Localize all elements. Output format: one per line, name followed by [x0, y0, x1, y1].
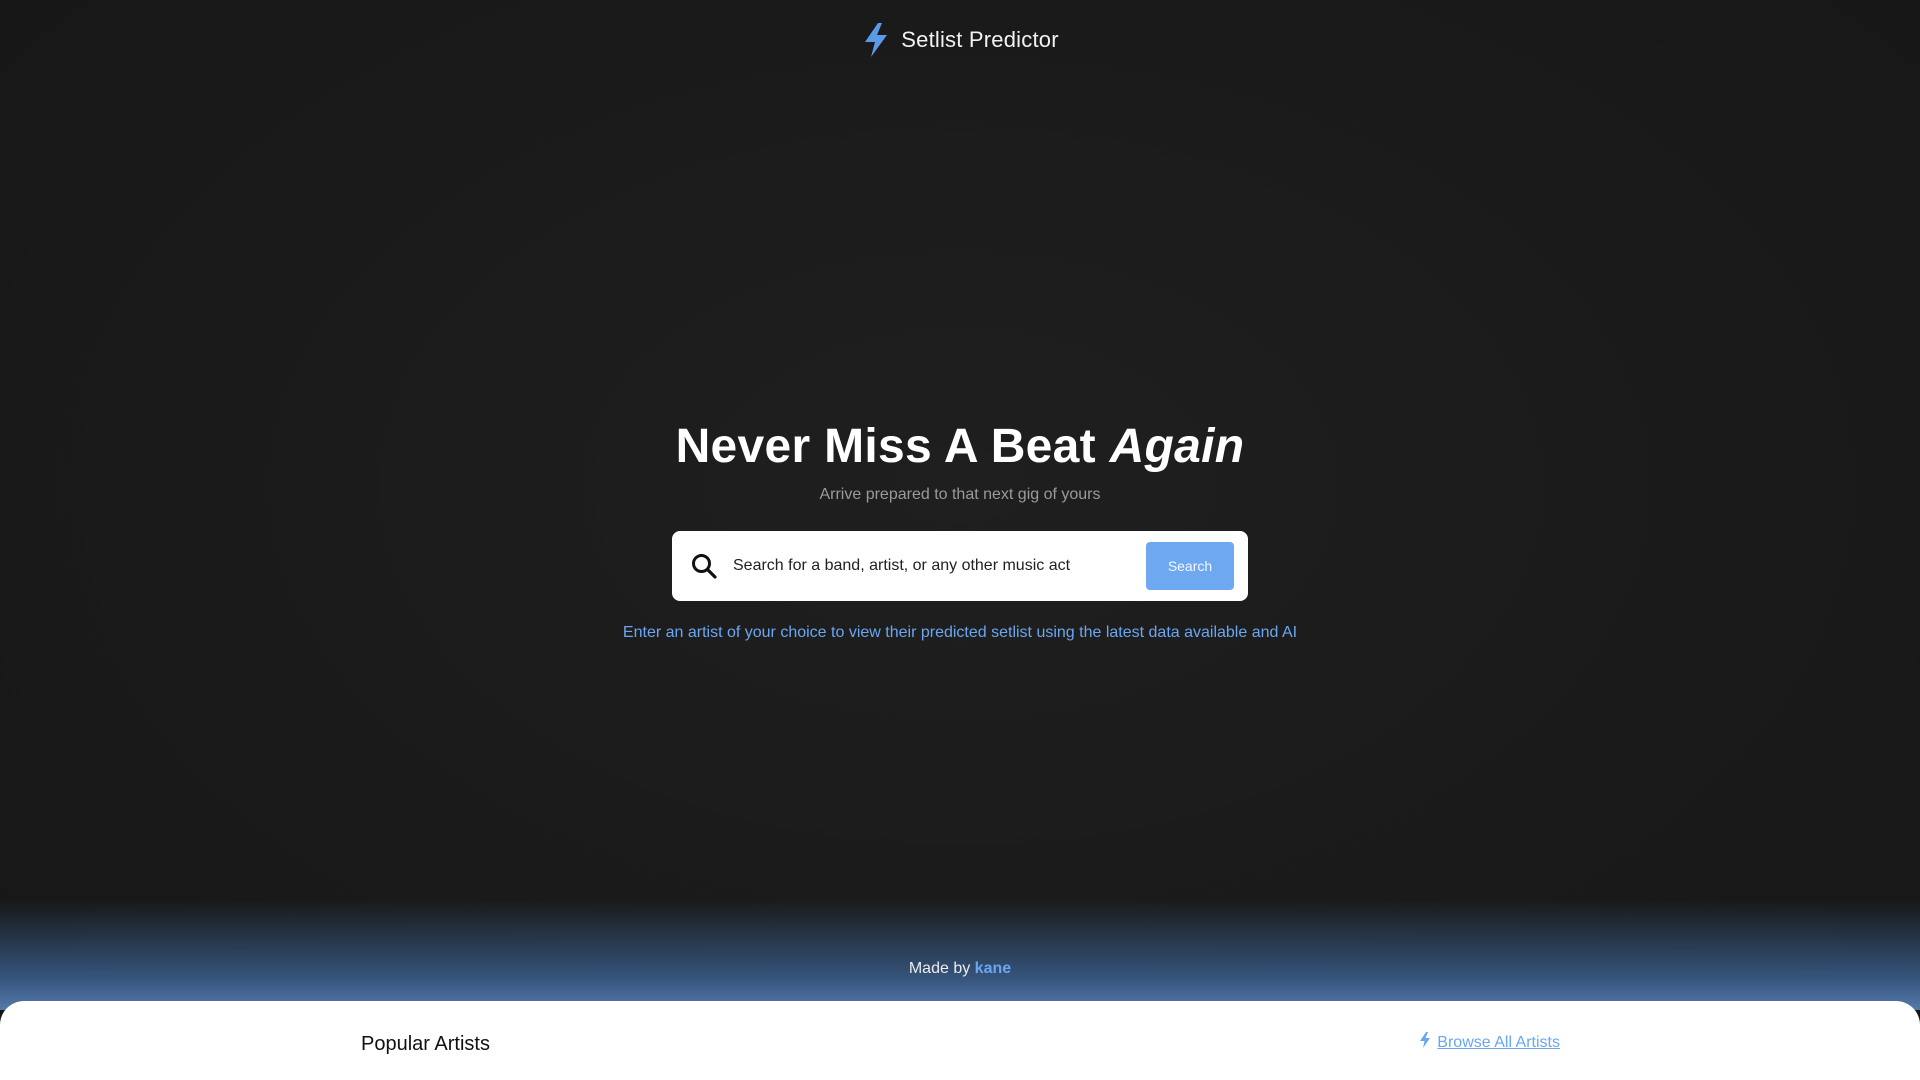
author-link[interactable]: kane	[975, 960, 1011, 977]
search-box: Search	[672, 531, 1248, 601]
lightning-bolt-icon	[861, 21, 891, 59]
hero-subtitle: Arrive prepared to that next gig of your…	[819, 486, 1101, 503]
browse-all-artists-label: Browse All Artists	[1437, 1033, 1560, 1051]
hero-title-main: Never Miss A Beat	[675, 420, 1096, 473]
search-icon	[689, 551, 719, 581]
hero: Never Miss A Beat Again Arrive prepared …	[0, 418, 1920, 504]
popular-artists-panel: Popular Artists Browse All Artists	[0, 1001, 1920, 1080]
footer-glow	[0, 900, 1920, 1010]
hero-title-emphasis: Again	[1109, 420, 1245, 473]
brand-name: Setlist Predictor	[901, 27, 1059, 52]
made-by: Made by kane	[0, 960, 1920, 978]
hero-title: Never Miss A Beat Again	[0, 418, 1920, 476]
made-by-prefix: Made by	[908, 960, 971, 977]
search-hint: Enter an artist of your choice to view t…	[622, 624, 1298, 641]
search-button[interactable]: Search	[1146, 542, 1234, 590]
search-input[interactable]	[731, 545, 1146, 587]
lightning-bolt-icon	[1419, 1032, 1431, 1053]
page: Setlist Predictor Never Miss A Beat Agai…	[0, 0, 1920, 1080]
browse-all-artists-link[interactable]: Browse All Artists	[1419, 1032, 1560, 1053]
brand-header[interactable]: Setlist Predictor	[0, 20, 1920, 60]
panel-title: Popular Artists	[361, 1033, 490, 1055]
